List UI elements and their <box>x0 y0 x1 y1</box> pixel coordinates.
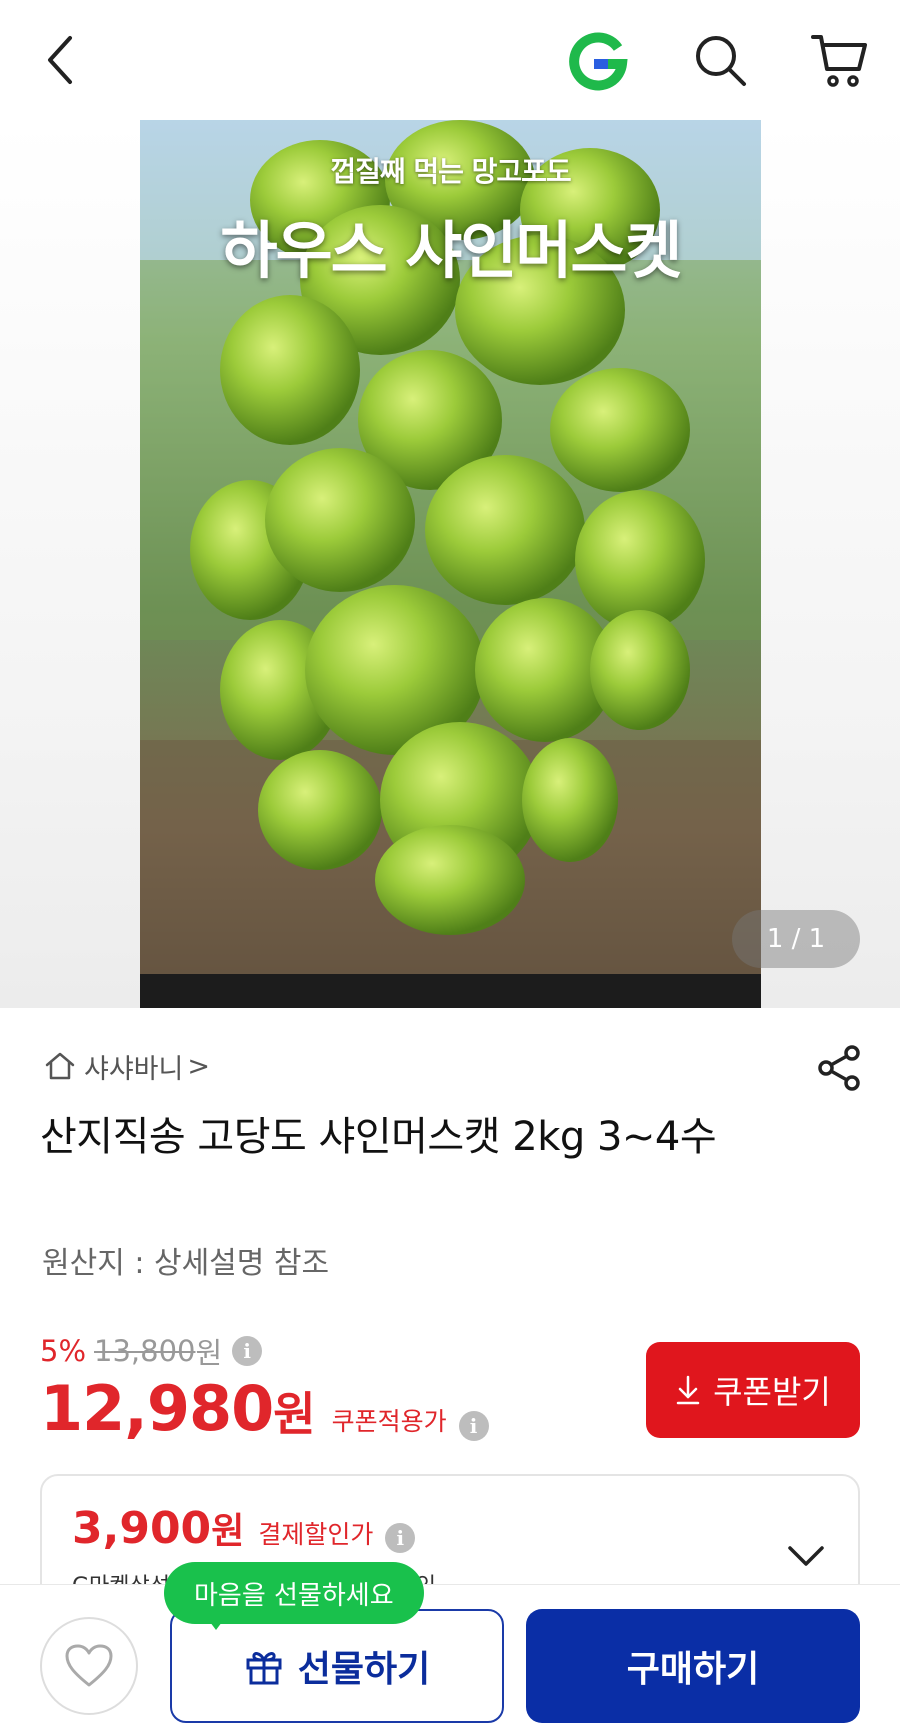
coupon-price-label: 쿠폰적용가 <box>331 1407 447 1436</box>
product-page: 껍질째 먹는 망고포도 하우스 샤인머스켓 1 / 1 샤샤바니 > 산지직송 … <box>0 0 900 1729</box>
home-icon <box>45 1052 75 1080</box>
share-button[interactable] <box>812 1040 868 1096</box>
buy-button[interactable]: 구매하기 <box>526 1609 860 1723</box>
gmarket-logo-button[interactable] <box>566 28 630 92</box>
get-coupon-label: 쿠폰받기 <box>713 1373 831 1411</box>
wishlist-button[interactable] <box>40 1617 138 1715</box>
gift-tooltip: 마음을 선물하세요 <box>164 1562 424 1624</box>
search-button[interactable] <box>688 28 752 92</box>
back-button[interactable] <box>28 28 92 92</box>
payment-price-label: 결제할인가 <box>258 1520 374 1549</box>
chevron-down-icon <box>788 1546 824 1566</box>
original-price-unit: 원 <box>195 1336 223 1370</box>
hero-caption: 껍질째 먹는 망고포도 <box>330 155 571 188</box>
share-icon <box>818 1045 860 1091</box>
info-icon[interactable]: i <box>232 1336 263 1366</box>
info-icon[interactable]: i <box>385 1523 416 1553</box>
seller-link[interactable]: 샤샤바니 > <box>44 1046 210 1086</box>
chevron-left-icon <box>48 36 72 84</box>
top-header <box>0 0 900 120</box>
search-icon <box>696 36 746 86</box>
discount-row: 5% 13,800 원 i <box>40 1330 263 1372</box>
gmarket-g-logo <box>569 32 628 91</box>
payment-price-unit: 원 <box>211 1511 245 1552</box>
image-bottom-strip <box>140 974 761 1008</box>
expand-button[interactable] <box>778 1528 834 1584</box>
bottom-action-bar: 선물하기 구매하기 <box>0 1584 900 1729</box>
payment-price: 3,900 <box>72 1503 212 1554</box>
download-icon <box>676 1375 700 1405</box>
original-price: 13,800 <box>94 1334 196 1368</box>
seller-name: 샤샤바니 <box>84 1053 184 1085</box>
get-coupon-button[interactable]: 쿠폰받기 <box>646 1342 860 1438</box>
info-icon[interactable]: i <box>458 1411 489 1441</box>
sale-price: 12,980 <box>40 1372 274 1445</box>
product-title: 산지직송 고당도 샤인머스캣 2kg 3~4수 <box>40 1114 717 1160</box>
payment-price-row: 3,900 원 결제할인가 i <box>72 1502 416 1554</box>
discount-rate: 5% <box>40 1334 87 1368</box>
hero-title: 하우스 샤인머스켓 <box>220 214 683 287</box>
product-image-carousel[interactable]: 껍질째 먹는 망고포도 하우스 샤인머스켓 1 / 1 <box>0 120 900 1008</box>
product-image: 껍질째 먹는 망고포도 하우스 샤인머스켓 <box>140 120 761 1008</box>
gift-button-label: 선물하기 <box>297 1649 431 1690</box>
image-counter: 1 / 1 <box>732 910 860 968</box>
gift-icon <box>246 1652 282 1685</box>
sale-price-unit: 원 <box>273 1387 316 1441</box>
gift-tooltip-tail <box>204 1614 228 1630</box>
cart-button[interactable] <box>808 28 872 92</box>
heart-icon <box>65 1644 113 1687</box>
cart-icon <box>811 35 867 87</box>
buy-button-label: 구매하기 <box>626 1649 760 1690</box>
price-row: 12,980 원 쿠폰적용가 i <box>40 1372 489 1445</box>
seller-chevron-icon: > <box>187 1050 210 1082</box>
product-origin: 원산지 : 상세설명 참조 <box>42 1246 330 1281</box>
